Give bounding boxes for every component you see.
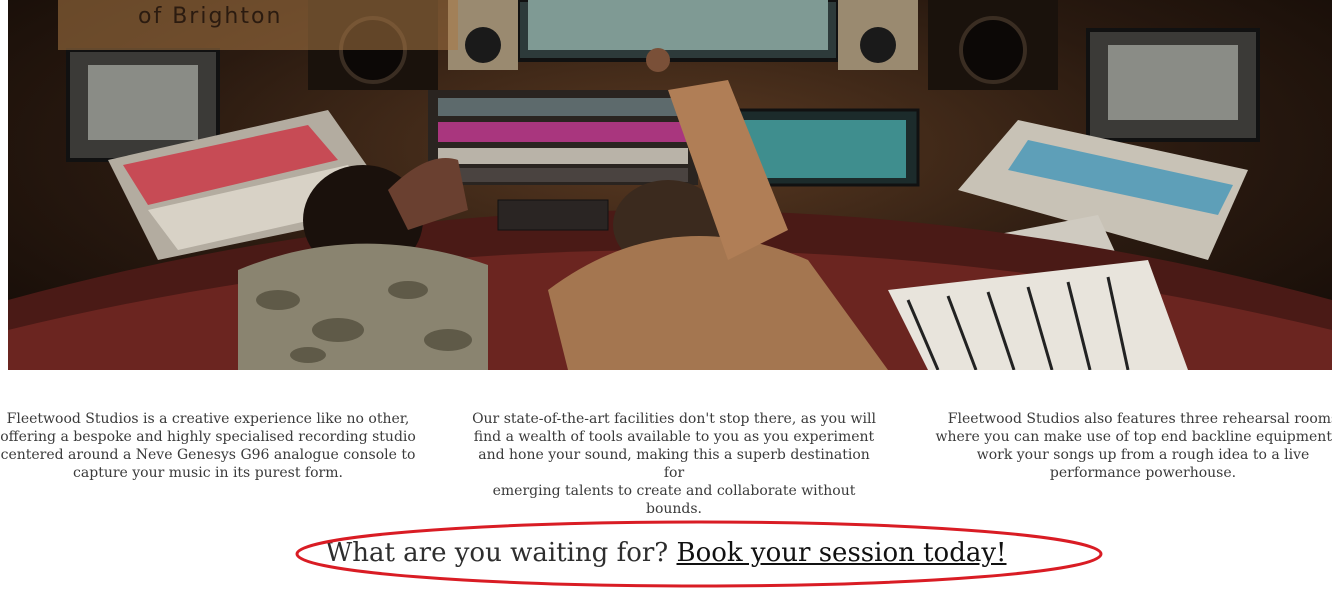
cta-prompt: What are you waiting for?: [325, 538, 669, 568]
page: of Brighton Fleetwood Studios is a creat…: [0, 0, 1332, 590]
feature-text-recording-studio: Fleetwood Studios is a creative experien…: [0, 411, 416, 481]
features-section: Fleetwood Studios is a creative experien…: [0, 410, 1332, 517]
cta-line: What are you waiting for? Book your sess…: [0, 538, 1332, 568]
feature-text-facilities: Our state-of-the-art facilities don't st…: [472, 411, 876, 517]
hero-studio-image: of Brighton: [8, 0, 1332, 370]
hero-subtitle: of Brighton: [138, 4, 283, 29]
studio-illustration: [8, 0, 1332, 370]
feature-text-rehearsal-rooms: Fleetwood Studios also features three re…: [935, 411, 1332, 481]
book-session-link[interactable]: Book your session today!: [677, 538, 1007, 568]
